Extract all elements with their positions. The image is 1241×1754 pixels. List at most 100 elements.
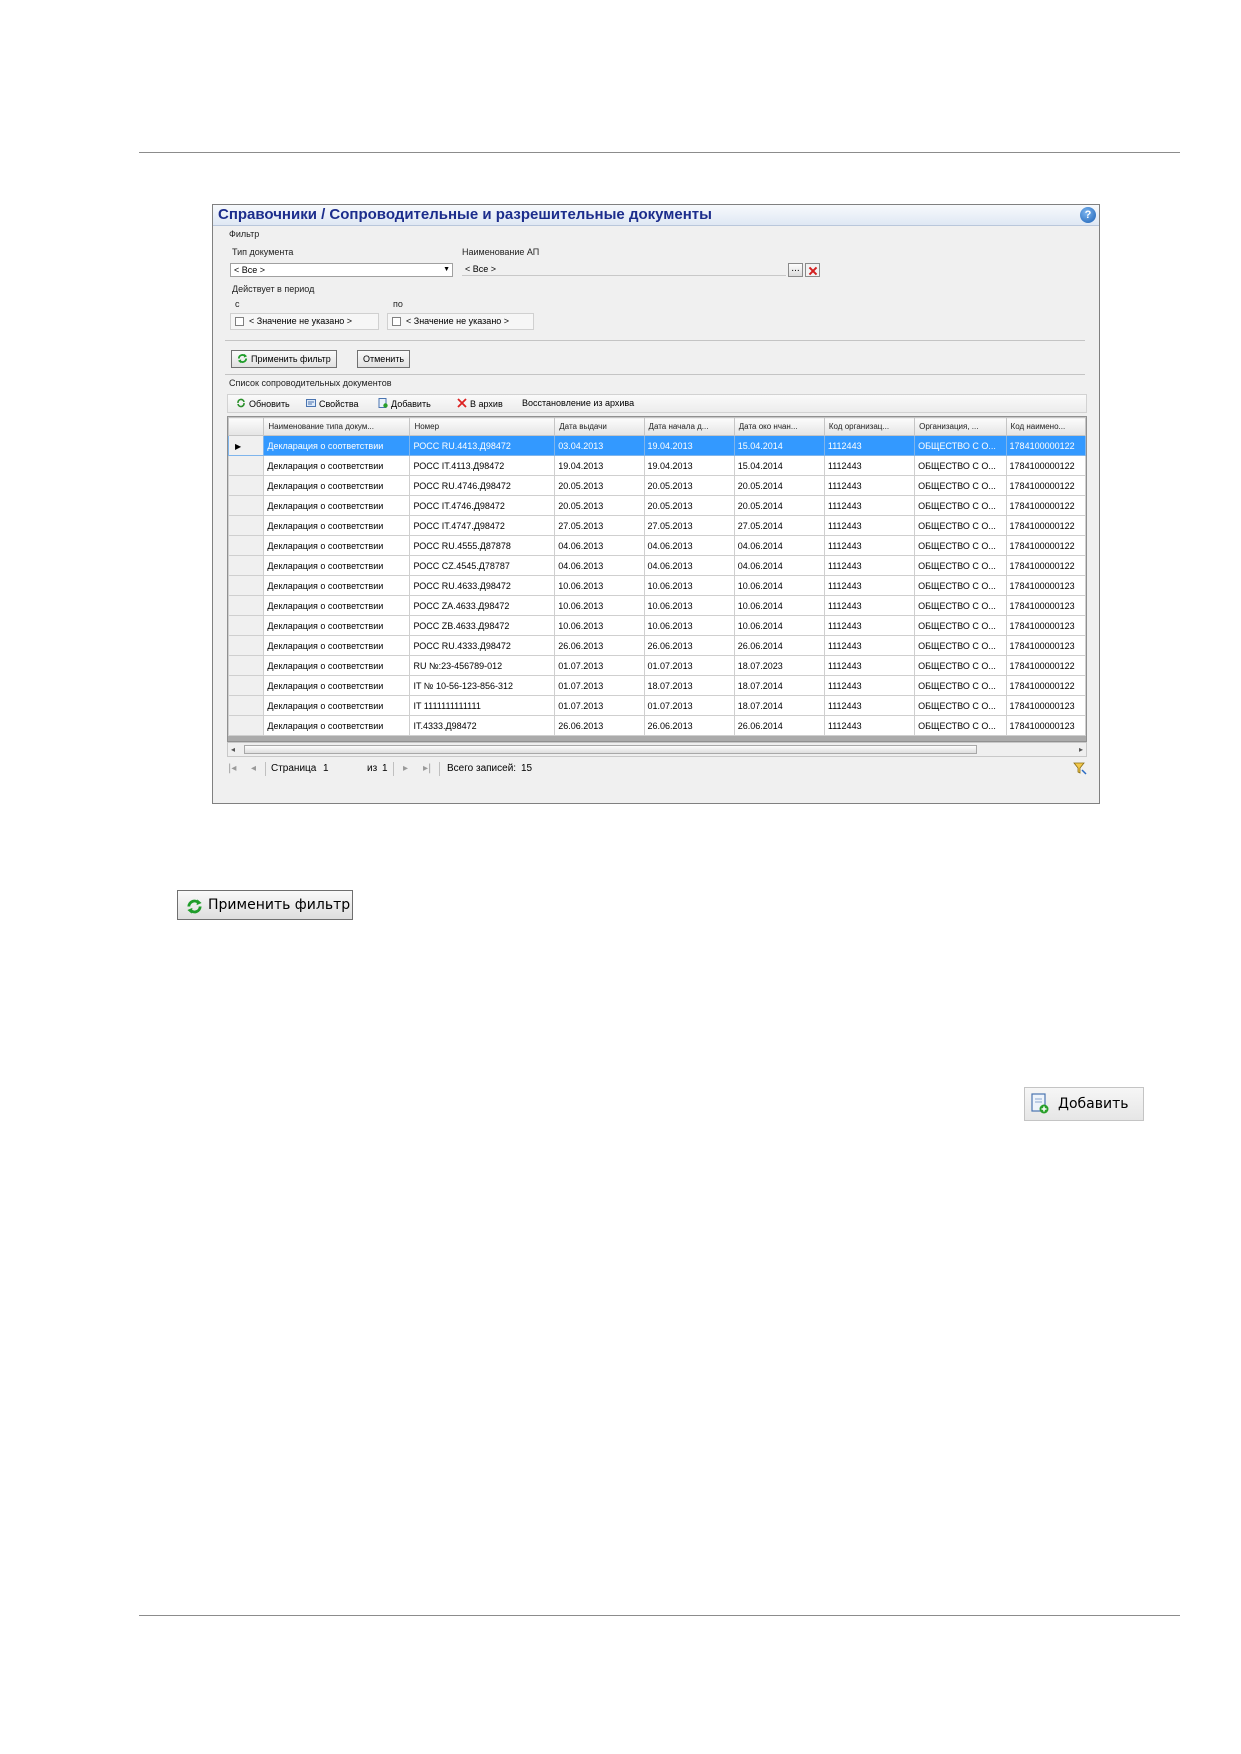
from-label: с	[235, 299, 240, 309]
documents-grid: Наименование типа докум... Номер Дата вы…	[227, 416, 1087, 742]
table-cell: 26.06.2013	[554, 635, 645, 656]
table-cell: IT 1111111111111	[409, 695, 556, 716]
table-cell: Декларация о соответствии	[263, 675, 411, 696]
table-row[interactable]: Декларация о соответствии РОСС ZA.4633.Д9…	[228, 595, 1086, 616]
date-to-field[interactable]: < Значение не указано >	[387, 313, 534, 330]
apply-filter-figure-button[interactable]: Применить фильтр	[177, 890, 353, 920]
column-header[interactable]: Код наимено...	[1005, 417, 1086, 436]
table-row[interactable]: Декларация о соответствии РОСС RU.4746.Д9…	[228, 475, 1086, 496]
prev-page-icon[interactable]: ◂	[251, 763, 256, 774]
column-header[interactable]: Код организац...	[823, 417, 916, 436]
clear-icon[interactable]	[805, 263, 820, 277]
table-cell: РОСС RU.4555.Д87878	[409, 535, 556, 556]
horizontal-scrollbar[interactable]: ◂ ▸	[227, 742, 1087, 757]
table-row[interactable]: Декларация о соответствии РОСС CZ.4545.Д7…	[228, 555, 1086, 576]
table-cell: 1112443	[823, 695, 916, 716]
scrollbar-thumb[interactable]	[244, 745, 977, 754]
properties-button[interactable]: Свойства	[306, 398, 359, 409]
scroll-right-icon[interactable]: ▸	[1079, 743, 1083, 756]
page-count: 1	[382, 763, 388, 774]
date-from-field[interactable]: < Значение не указано >	[230, 313, 379, 330]
next-page-icon[interactable]: ▸	[403, 763, 408, 774]
browse-button[interactable]: ...	[788, 263, 803, 277]
column-header[interactable]: Наименование типа докум...	[263, 417, 411, 436]
column-header[interactable]: Номер	[409, 417, 556, 436]
references-window: Справочники / Сопроводительные и разреши…	[212, 204, 1100, 804]
add-button[interactable]: Добавить	[378, 398, 431, 409]
column-header[interactable]: Дата начала д...	[643, 417, 735, 436]
row-indicator[interactable]	[228, 635, 265, 656]
row-indicator[interactable]	[228, 455, 265, 476]
first-page-icon[interactable]: |◂	[228, 763, 236, 774]
date-to-checkbox[interactable]	[392, 317, 401, 326]
add-figure-button[interactable]: Добавить	[1024, 1087, 1144, 1121]
cancel-button[interactable]: Отменить	[357, 350, 411, 368]
row-indicator[interactable]	[228, 575, 265, 596]
table-row[interactable]: Декларация о соответствии IT № 10-56-123-…	[228, 675, 1086, 696]
table-row[interactable]: ▶ Декларация о соответствии РОСС RU.4413.Д…	[228, 435, 1086, 456]
row-indicator[interactable]	[228, 555, 265, 576]
table-cell: 01.07.2013	[554, 695, 645, 716]
table-cell: 04.06.2013	[643, 555, 735, 576]
table-cell: РОСС IT.4113.Д98472	[409, 455, 556, 476]
page-input[interactable]: 1	[323, 763, 329, 774]
table-row[interactable]: Декларация о соответствии РОСС ZB.4633.Д9…	[228, 615, 1086, 636]
table-row[interactable]: Декларация о соответствии IT 111111111111…	[228, 695, 1086, 716]
row-indicator[interactable]	[228, 655, 265, 676]
column-header[interactable]: Дата око нчан...	[733, 417, 825, 436]
scroll-left-icon[interactable]: ◂	[231, 743, 235, 756]
table-row[interactable]: Декларация о соответствии РОСС IT.4113.Д9…	[228, 455, 1086, 476]
table-row[interactable]: Декларация о соответствии РОСС IT.4747.Д9…	[228, 515, 1086, 536]
date-from-value: < Значение не указано >	[249, 316, 353, 326]
table-cell: 1112443	[823, 555, 916, 576]
table-cell: 1784100000123	[1005, 715, 1086, 736]
filter-settings-icon[interactable]	[1073, 761, 1087, 775]
column-header[interactable]: Организация, ...	[914, 417, 1007, 436]
filter-group-label: Фильтр	[229, 229, 260, 239]
pager: |◂ ◂ Страница 1 из 1 ▸ ▸| Всего записей:…	[227, 759, 1087, 779]
row-indicator[interactable]	[228, 495, 265, 516]
table-row[interactable]: Декларация о соответствии РОСС RU.4555.Д8…	[228, 535, 1086, 556]
doc-type-label: Тип документа	[232, 247, 294, 257]
last-page-icon[interactable]: ▸|	[423, 763, 431, 774]
row-indicator[interactable]	[228, 595, 265, 616]
date-from-checkbox[interactable]	[235, 317, 244, 326]
restore-button[interactable]: Восстановление из архива	[522, 398, 634, 408]
of-label: из	[367, 763, 378, 774]
archive-button[interactable]: В архив	[457, 398, 503, 409]
table-cell: 1112443	[823, 455, 916, 476]
table-cell: 1784100000123	[1005, 575, 1086, 596]
chevron-down-icon[interactable]: ▼	[443, 264, 450, 276]
table-row[interactable]: Декларация о соответствии IT.4333.Д98472 2…	[228, 715, 1086, 736]
table-row[interactable]: Декларация о соответствии РОСС RU.4633.Д9…	[228, 575, 1086, 596]
table-cell: 1112443	[823, 635, 916, 656]
ap-name-field[interactable]: < Все >	[462, 262, 786, 276]
table-cell: ОБЩЕСТВО С О...	[914, 475, 1007, 496]
table-cell: ОБЩЕСТВО С О...	[914, 435, 1007, 456]
table-row[interactable]: Декларация о соответствии РОСС IT.4746.Д9…	[228, 495, 1086, 516]
row-indicator[interactable]	[228, 475, 265, 496]
table-cell: РОСС IT.4746.Д98472	[409, 495, 556, 516]
row-indicator[interactable]	[228, 535, 265, 556]
delete-x-icon	[457, 398, 467, 408]
table-row[interactable]: Декларация о соответствии РОСС RU.4333.Д9…	[228, 635, 1086, 656]
row-indicator[interactable]	[228, 515, 265, 536]
row-indicator[interactable]: ▶	[228, 435, 265, 456]
to-label: по	[393, 299, 403, 309]
row-indicator[interactable]	[228, 695, 265, 716]
table-cell: 20.05.2013	[643, 475, 735, 496]
help-icon[interactable]: ?	[1080, 207, 1096, 223]
table-cell: 27.05.2014	[733, 515, 825, 536]
doc-type-select[interactable]: < Все > ▼	[230, 263, 453, 277]
refresh-label: Обновить	[249, 399, 290, 409]
row-indicator[interactable]	[228, 715, 265, 736]
refresh-button[interactable]: Обновить	[236, 398, 290, 409]
date-to-value: < Значение не указано >	[406, 316, 510, 326]
table-cell: 1784100000123	[1005, 595, 1086, 616]
column-header[interactable]: Дата выдачи	[554, 417, 645, 436]
row-indicator[interactable]	[228, 675, 265, 696]
total-count: 15	[521, 763, 533, 774]
row-indicator[interactable]	[228, 615, 265, 636]
table-row[interactable]: Декларация о соответствии RU №:23-456789-…	[228, 655, 1086, 676]
apply-filter-button[interactable]: Применить фильтр	[231, 350, 337, 368]
